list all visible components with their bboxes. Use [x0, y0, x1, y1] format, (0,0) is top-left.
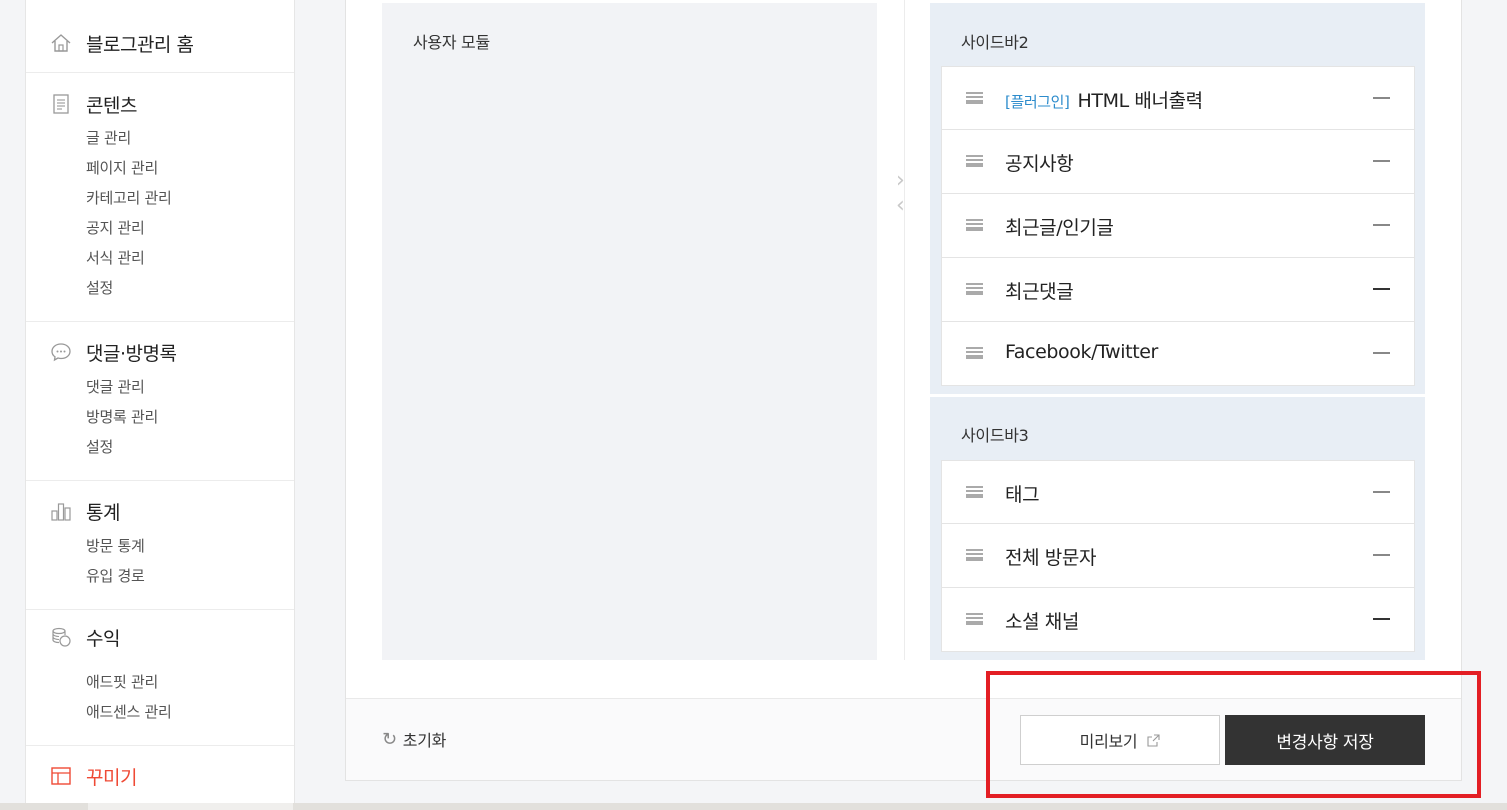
drag-handle-icon[interactable] — [966, 347, 983, 359]
drag-handle-icon[interactable] — [966, 613, 983, 625]
nav-section-design: 꾸미기 — [26, 746, 294, 805]
nav-home-label: 블로그관리 홈 — [86, 33, 194, 56]
module-name: 소셜 채널 — [1005, 611, 1079, 633]
drag-handle-icon[interactable] — [966, 92, 983, 104]
nav-content-settings[interactable]: 설정 — [86, 273, 113, 303]
refresh-icon: ↻ — [382, 728, 397, 750]
document-icon — [53, 94, 69, 114]
nav-referrer[interactable]: 유입 경로 — [86, 561, 145, 591]
reset-label: 초기화 — [402, 731, 447, 750]
nav-revenue-label: 수익 — [86, 627, 120, 650]
bar-chart-icon — [51, 503, 71, 521]
module-item[interactable]: 최근댓글 — [941, 258, 1415, 322]
drag-handle-icon[interactable] — [966, 549, 983, 561]
nav-content[interactable]: 콘텐츠 — [50, 90, 137, 118]
nav-visit-stats[interactable]: 방문 통계 — [86, 531, 145, 561]
bottom-scrollbar[interactable] — [0, 803, 1507, 810]
admin-sidebar: 블로그관리 홈 콘텐츠 글 관리 페이지 관리 카테고리 관리 공지 관리 서식… — [25, 0, 295, 805]
nav-stats[interactable]: 통계 — [50, 497, 120, 525]
module-item[interactable]: 공지사항 — [941, 130, 1415, 194]
nav-page-manage[interactable]: 페이지 관리 — [86, 153, 158, 183]
module-item[interactable]: [플러그인] HTML 배너출력 — [941, 66, 1415, 130]
chevron-left-icon[interactable]: ‹ — [896, 194, 912, 218]
nav-design[interactable]: 꾸미기 — [50, 762, 137, 790]
module-name: 전체 방문자 — [1005, 547, 1097, 569]
plugin-tag: [플러그인] — [1005, 93, 1070, 111]
drag-handle-icon[interactable] — [966, 219, 983, 231]
module-pool-title: 사용자 모듈 — [413, 33, 490, 52]
module-name: 태그 — [1005, 484, 1040, 506]
drag-handle-icon[interactable] — [966, 486, 983, 498]
coins-icon — [52, 627, 71, 647]
module-name: HTML 배너출력 — [1077, 90, 1204, 112]
nav-stats-label: 통계 — [86, 501, 120, 524]
nav-post-manage[interactable]: 글 관리 — [86, 123, 131, 153]
sidebar3-title: 사이드바3 — [961, 426, 1029, 445]
nav-section-revenue: 수익 애드핏 관리 애드센스 관리 — [26, 610, 294, 746]
module-name: 최근글/인기글 — [1005, 217, 1114, 239]
preview-label: 미리보기 — [1079, 732, 1138, 751]
nav-guestbook-manage[interactable]: 방명록 관리 — [86, 402, 158, 432]
nav-comment-settings[interactable]: 설정 — [86, 432, 113, 462]
scrollbar-thumb[interactable] — [88, 803, 293, 810]
nav-template-manage[interactable]: 서식 관리 — [86, 243, 145, 273]
module-name: 최근댓글 — [1005, 281, 1074, 303]
sidebar3-block: 사이드바3 태그 전체 방문자 소셜 채널 — [930, 397, 1425, 660]
remove-icon[interactable] — [1373, 352, 1390, 354]
remove-icon[interactable] — [1373, 97, 1390, 99]
nav-section-content: 콘텐츠 글 관리 페이지 관리 카테고리 관리 공지 관리 서식 관리 설정 — [26, 73, 294, 322]
nav-notice-manage[interactable]: 공지 관리 — [86, 213, 145, 243]
drag-handle-icon[interactable] — [966, 155, 983, 167]
module-item[interactable]: Facebook/Twitter — [941, 322, 1415, 386]
remove-icon[interactable] — [1373, 554, 1390, 556]
nav-design-label: 꾸미기 — [86, 766, 137, 789]
layout-icon — [51, 767, 71, 785]
nav-section-comments: 댓글·방명록 댓글 관리 방명록 관리 설정 — [26, 322, 294, 481]
sidebar2-block: 사이드바2 [플러그인] HTML 배너출력 공지사항 최근글/인기글 최근댓글 … — [930, 3, 1425, 394]
module-name: Facebook/Twitter — [1005, 341, 1158, 363]
chevron-right-icon[interactable]: › — [896, 169, 912, 193]
external-link-icon — [1147, 733, 1160, 747]
nav-content-label: 콘텐츠 — [86, 94, 137, 117]
nav-adsense-manage[interactable]: 애드센스 관리 — [86, 697, 172, 727]
nav-revenue[interactable]: 수익 — [50, 623, 120, 651]
remove-icon[interactable] — [1373, 288, 1390, 290]
nav-section-home: 블로그관리 홈 — [26, 14, 294, 73]
remove-icon[interactable] — [1373, 160, 1390, 162]
module-item[interactable]: 태그 — [941, 460, 1415, 524]
module-item[interactable]: 최근글/인기글 — [941, 194, 1415, 258]
module-name: 공지사항 — [1005, 153, 1074, 175]
nav-comments[interactable]: 댓글·방명록 — [50, 338, 177, 366]
module-item-label: [플러그인] HTML 배너출력 — [1005, 86, 1203, 113]
nav-section-stats: 통계 방문 통계 유입 경로 — [26, 481, 294, 610]
column-divider — [904, 0, 905, 660]
save-changes-button[interactable]: 변경사항 저장 — [1225, 715, 1425, 765]
nav-category-manage[interactable]: 카테고리 관리 — [86, 183, 172, 213]
home-icon — [51, 34, 71, 52]
nav-adfit-manage[interactable]: 애드핏 관리 — [86, 667, 158, 697]
reset-button[interactable]: ↻ 초기화 — [382, 727, 446, 751]
nav-comments-label: 댓글·방명록 — [86, 342, 177, 365]
remove-icon[interactable] — [1373, 491, 1390, 493]
drag-handle-icon[interactable] — [966, 283, 983, 295]
remove-icon[interactable] — [1373, 224, 1390, 226]
nav-home[interactable]: 블로그관리 홈 — [50, 29, 194, 57]
preview-button[interactable]: 미리보기 — [1020, 715, 1220, 765]
module-item[interactable]: 소셜 채널 — [941, 588, 1415, 652]
nav-comment-manage[interactable]: 댓글 관리 — [86, 372, 145, 402]
speech-bubble-icon — [51, 343, 71, 362]
module-item[interactable]: 전체 방문자 — [941, 524, 1415, 588]
sidebar2-title: 사이드바2 — [961, 33, 1029, 52]
module-pool: 사용자 모듈 — [382, 3, 877, 660]
remove-icon[interactable] — [1373, 618, 1390, 620]
